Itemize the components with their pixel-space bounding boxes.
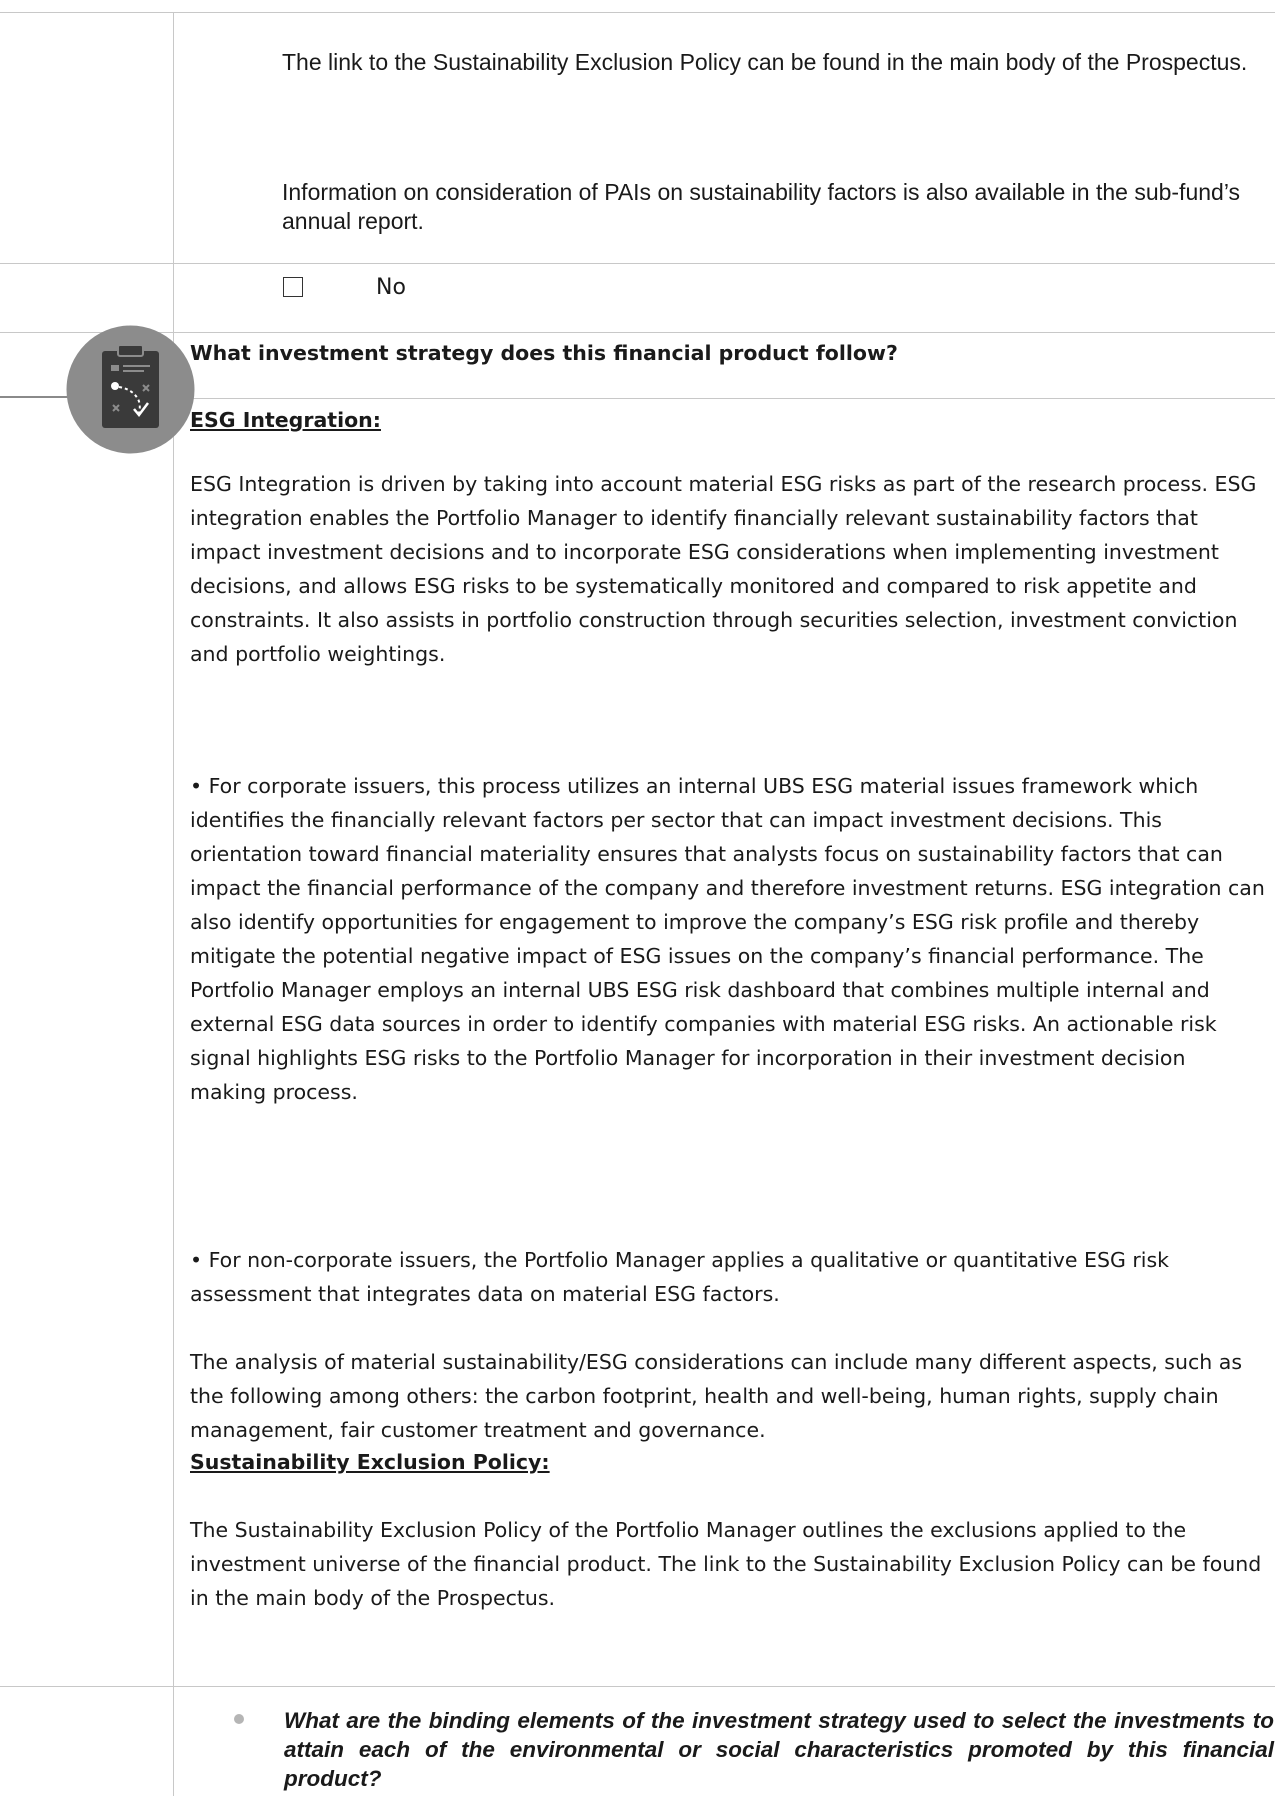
exclusion-policy-heading: Sustainability Exclusion Policy: <box>190 1450 550 1474</box>
table-row-divider <box>0 263 1275 264</box>
exclusion-policy-paragraph: The Sustainability Exclusion Policy of t… <box>190 1518 1262 1610</box>
non-corporate-issuers-paragraph: • For non-corporate issuers, the Portfol… <box>190 1248 1170 1306</box>
esg-integration-heading: ESG Integration: <box>190 408 381 432</box>
corporate-issuers-paragraph: • For corporate issuers, this process ut… <box>190 774 1265 1104</box>
investment-strategy-question: What investment strategy does this finan… <box>190 341 898 365</box>
binding-elements-question: What are the binding elements of the inv… <box>284 1708 1274 1791</box>
table-top-border <box>0 12 1275 13</box>
table-row-divider <box>173 398 1275 399</box>
no-checkbox[interactable] <box>283 277 303 297</box>
material-considerations-paragraph: The analysis of material sustainability/… <box>190 1350 1242 1442</box>
bullet-dot-icon <box>234 1714 244 1724</box>
strategy-clipboard-icon <box>66 325 195 454</box>
table-column-divider <box>173 12 174 1796</box>
table-row-divider <box>0 1686 1275 1687</box>
pai-annual-report-paragraph: Information on consideration of PAIs on … <box>282 179 1241 234</box>
exclusion-policy-link-paragraph: The link to the Sustainability Exclusion… <box>282 49 1248 75</box>
esg-integration-paragraph: ESG Integration is driven by taking into… <box>190 472 1257 666</box>
no-checkbox-label: No <box>376 275 406 300</box>
